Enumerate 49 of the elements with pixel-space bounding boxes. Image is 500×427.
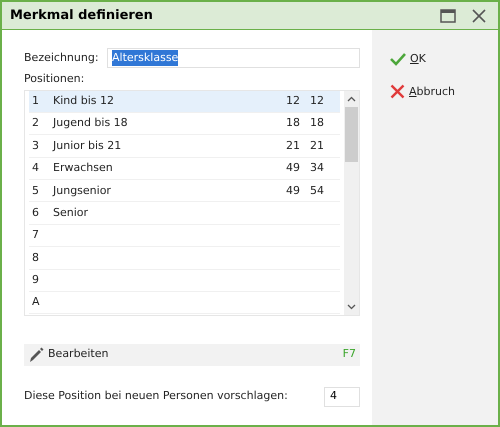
close-icon[interactable] [472,8,486,22]
list-row[interactable]: 9 [29,270,340,292]
checkmark-icon [390,52,406,66]
edit-label: Bearbeiten [48,346,110,362]
scroll-down-icon[interactable] [347,304,356,310]
row-number: A [31,294,41,310]
cancel-button[interactable]: Abbruch [390,84,498,100]
row-value: 54 [310,182,325,198]
name-field[interactable]: Altersklasse [107,48,360,68]
row-number: 4 [31,160,40,176]
row-number: 9 [31,272,40,288]
shortcut-key: F7 [342,346,356,363]
field-label: Diese Position bei neuen Personen vorschlagen: [24,388,289,404]
row-value: 49 [286,160,301,176]
ok-button[interactable]: OK [390,51,498,68]
row-label: Jungsenior [53,182,112,198]
close-icon [390,84,405,100]
row-value: 21 [286,138,301,154]
list-label: Positionen: [24,71,86,87]
row-value: 21 [310,138,325,154]
row-label: Senior [53,204,90,221]
row-value: 12 [286,92,301,109]
row-label: Jugend bis 18 [53,115,129,132]
row-value: 34 [310,160,325,176]
list-row[interactable]: 1 Kind bis 12 12 12 [29,90,340,113]
field-label: Bezeichnung: [24,50,100,66]
row-label: Junior bis 21 [53,138,122,154]
row-label: Kind bis 12 [53,92,115,109]
scroll-up-icon[interactable] [347,96,356,102]
row-number: 3 [31,138,40,154]
scrollbar-thumb[interactable] [345,106,358,162]
position-field[interactable]: 4 [324,386,360,406]
pencil-icon [28,346,44,362]
edit-bar[interactable]: Bearbeiten F7 [24,344,360,366]
row-value: 12 [310,92,325,109]
row-number: 1 [31,92,40,109]
row-number: 7 [31,227,40,244]
row-number: 8 [31,250,40,266]
scrollbar[interactable] [344,90,359,314]
maximize-icon[interactable] [440,8,456,22]
row-number: 5 [31,182,40,198]
row-value: 49 [286,182,301,198]
row-value: 18 [310,115,325,132]
row-number: 2 [31,115,40,132]
row-value: 18 [286,115,301,132]
list-row[interactable]: 4 Erwachsen 49 34 [29,158,340,180]
row-label: Erwachsen [53,160,114,176]
window-title: Merkmal definieren [10,6,154,25]
row-number: 6 [31,204,40,221]
